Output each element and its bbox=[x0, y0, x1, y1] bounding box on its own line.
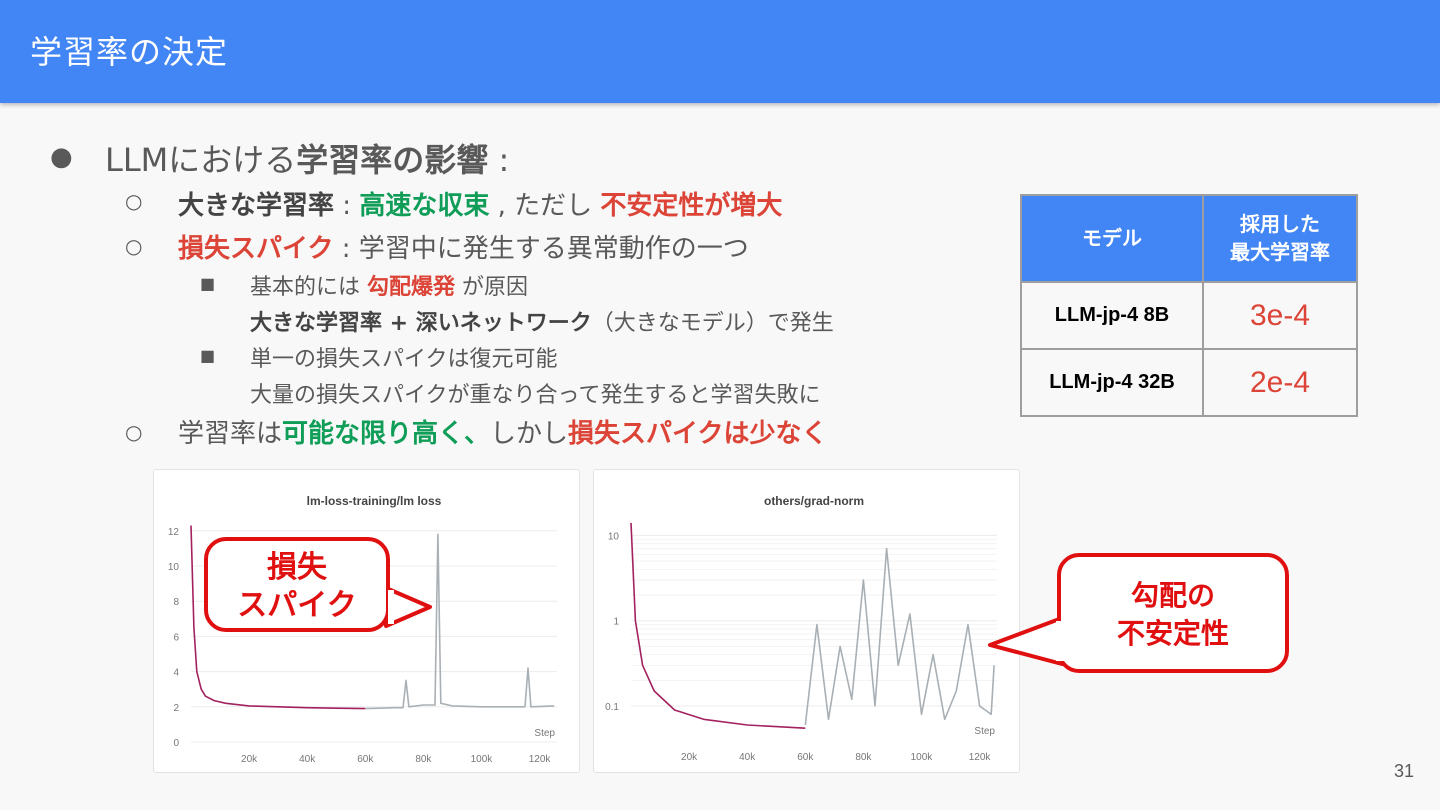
bullet-square-icon: ■ bbox=[200, 274, 216, 293]
bullet-square-icon: ■ bbox=[200, 346, 216, 365]
y-tick-label: 2 bbox=[173, 703, 179, 714]
x-tick-label: 80k bbox=[855, 752, 872, 763]
bullet-single-spike: 単一の損失スパイクは復元可能 bbox=[250, 347, 558, 372]
y-tick-label: 8 bbox=[173, 597, 179, 608]
grad-instability-callout: 勾配の 不安定性 bbox=[1057, 553, 1289, 673]
y-tick-label: 1 bbox=[613, 617, 619, 628]
table-row: LLM-jp-4 32B 2e-4 bbox=[1020, 348, 1358, 417]
x-tick-label: 60k bbox=[797, 752, 814, 763]
x-tick-label: 60k bbox=[357, 754, 374, 765]
chart-title: others/grad-norm bbox=[764, 494, 864, 508]
bullet-circle-icon: ○ bbox=[125, 420, 143, 444]
bullet-circle-icon: ○ bbox=[125, 234, 143, 258]
series-line bbox=[630, 522, 806, 729]
loss-spike-callout: 損失 スパイク bbox=[204, 537, 390, 632]
y-tick-label: 0 bbox=[173, 738, 179, 749]
y-tick-label: 12 bbox=[168, 527, 180, 538]
table-row: LLM-jp-4 8B 3e-4 bbox=[1020, 281, 1358, 350]
table-header-max-lr: 採用した 最大学習率 bbox=[1202, 194, 1358, 283]
bullet-many-spikes: 大量の損失スパイクが重なり合って発生すると学習失敗に bbox=[250, 383, 821, 408]
x-axis-label: Step bbox=[534, 728, 555, 739]
x-tick-label: 20k bbox=[681, 752, 698, 763]
x-tick-label: 100k bbox=[471, 754, 494, 765]
bullet-cause: 基本的には 勾配爆発 が原因 bbox=[250, 275, 529, 300]
y-tick-label: 10 bbox=[168, 562, 180, 573]
bullet-lr-policy: 学習率は可能な限り高く、しかし損失スパイクは少なく bbox=[178, 419, 828, 449]
x-tick-label: 80k bbox=[415, 754, 432, 765]
y-tick-label: 0.1 bbox=[605, 702, 619, 713]
table-cell-lr: 2e-4 bbox=[1202, 348, 1358, 417]
y-tick-label: 10 bbox=[608, 531, 620, 542]
y-tick-label: 4 bbox=[173, 668, 179, 679]
table-header-model: モデル bbox=[1020, 194, 1204, 283]
bullet-cause-cont: 大きな学習率 + 深いネットワーク（大きなモデル）で発生 bbox=[250, 311, 834, 336]
chart-title: lm-loss-training/lm loss bbox=[307, 494, 442, 508]
series-line bbox=[365, 533, 555, 710]
bullet-circle-icon: ○ bbox=[125, 189, 143, 213]
page-number: 31 bbox=[1393, 761, 1414, 781]
x-tick-label: 20k bbox=[241, 754, 258, 765]
learning-rate-table: モデル 採用した 最大学習率 LLM-jp-4 8B 3e-4 LLM-jp-4… bbox=[1020, 194, 1358, 417]
y-tick-label: 6 bbox=[173, 632, 179, 643]
x-tick-label: 40k bbox=[299, 754, 316, 765]
table-cell-lr: 3e-4 bbox=[1202, 281, 1358, 350]
grad-norm-chart-panel: others/grad-norm 0.1 1 10 20k 40k 60k 80k 100k 12… bbox=[593, 469, 1020, 773]
slide-title: 学習率の決定 bbox=[30, 33, 229, 71]
x-tick-label: 40k bbox=[739, 752, 756, 763]
table-cell-model: LLM-jp-4 8B bbox=[1020, 281, 1204, 350]
bullet-loss-spike: 損失スパイク : 学習中に発生する異常動作の一つ bbox=[178, 234, 749, 264]
x-tick-label: 120k bbox=[529, 754, 552, 765]
x-tick-label: 120k bbox=[969, 752, 992, 763]
bullet-dot-icon: ● bbox=[50, 142, 73, 172]
slide-header: 学習率の決定 bbox=[0, 0, 1440, 103]
x-axis-label: Step bbox=[974, 726, 995, 737]
series-line bbox=[804, 547, 995, 726]
x-tick-label: 100k bbox=[911, 752, 934, 763]
table-cell-model: LLM-jp-4 32B bbox=[1020, 348, 1204, 417]
bullet-large-lr: 大きな学習率 : 高速な収束 , ただし 不安定性が増大 bbox=[178, 191, 783, 221]
grad-norm-chart: others/grad-norm 0.1 1 10 20k 40k 60k 80k 100k 12… bbox=[605, 494, 997, 763]
bullet-learning-rate-impact: LLMにおける学習率の影響 : bbox=[105, 141, 510, 179]
